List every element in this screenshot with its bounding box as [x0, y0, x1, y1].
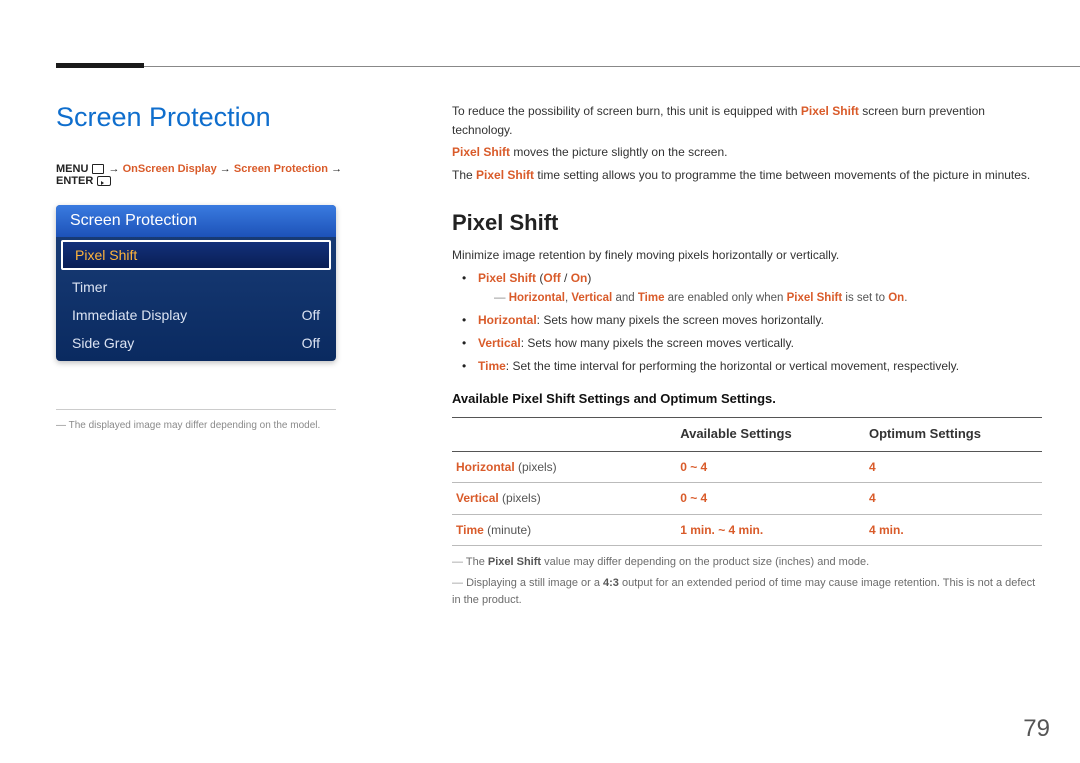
th-available: Available Settings — [676, 418, 865, 451]
intro-line-3: The Pixel Shift time setting allows you … — [452, 166, 1042, 185]
osd-row-timer[interactable]: Timer — [56, 273, 336, 301]
right-column: To reduce the possibility of screen burn… — [452, 102, 1042, 613]
bullet-time: Time: Set the time interval for performi… — [462, 357, 1042, 376]
th-empty — [452, 418, 676, 451]
path-onscreen-display: OnScreen Display — [123, 163, 217, 175]
table-row-time: Time (minute) 1 min. ~ 4 min. 4 min. — [452, 514, 1042, 546]
menu-icon — [92, 164, 104, 174]
table-row-vertical: Vertical (pixels) 0 ~ 4 4 — [452, 483, 1042, 515]
left-footnote: The displayed image may differ depending… — [56, 420, 346, 431]
path-screen-protection: Screen Protection — [234, 163, 328, 175]
enter-icon — [97, 176, 111, 186]
table-row-horizontal: Horizontal (pixels) 0 ~ 4 4 — [452, 451, 1042, 483]
bullet-pixel-shift: Pixel Shift (Off / On) Horizontal, Verti… — [462, 269, 1042, 307]
bullet-subnote: Horizontal, Vertical and Time are enable… — [478, 290, 1042, 308]
left-column: Screen Protection MENU → OnScreen Displa… — [56, 102, 346, 431]
menu-label: MENU — [56, 163, 88, 175]
osd-row-side-gray[interactable]: Side Gray Off — [56, 329, 336, 361]
section-title: Screen Protection — [56, 102, 346, 133]
osd-row-pixel-shift[interactable]: Pixel Shift — [61, 240, 331, 270]
intro-line-1: To reduce the possibility of screen burn… — [452, 102, 1042, 139]
header-thick-rule — [56, 63, 144, 68]
bullet-horizontal: Horizontal: Sets how many pixels the scr… — [462, 311, 1042, 330]
osd-panel: Screen Protection Pixel Shift Timer Imme… — [56, 205, 336, 361]
pixel-shift-subtext: Minimize image retention by finely movin… — [452, 246, 1042, 265]
enter-label: ENTER — [56, 175, 93, 187]
bullet-list: Pixel Shift (Off / On) Horizontal, Verti… — [462, 269, 1042, 375]
note-2: Displaying a still image or a 4:3 output… — [452, 575, 1042, 609]
osd-row-immediate-display[interactable]: Immediate Display Off — [56, 301, 336, 329]
page-number: 79 — [1023, 715, 1050, 743]
osd-panel-header: Screen Protection — [56, 205, 336, 237]
table-notes: The Pixel Shift value may differ dependi… — [452, 554, 1042, 609]
th-optimum: Optimum Settings — [865, 418, 1042, 451]
intro-line-2: Pixel Shift moves the picture slightly o… — [452, 143, 1042, 162]
note-1: The Pixel Shift value may differ dependi… — [452, 554, 1042, 571]
pixel-shift-heading: Pixel Shift — [452, 206, 1042, 240]
menu-path: MENU → OnScreen Display → Screen Protect… — [56, 163, 346, 187]
bullet-vertical: Vertical: Sets how many pixels the scree… — [462, 334, 1042, 353]
header-rule — [56, 66, 1080, 67]
table-title: Available Pixel Shift Settings and Optim… — [452, 389, 1042, 409]
left-divider — [56, 409, 336, 410]
settings-table: Available Settings Optimum Settings Hori… — [452, 417, 1042, 546]
